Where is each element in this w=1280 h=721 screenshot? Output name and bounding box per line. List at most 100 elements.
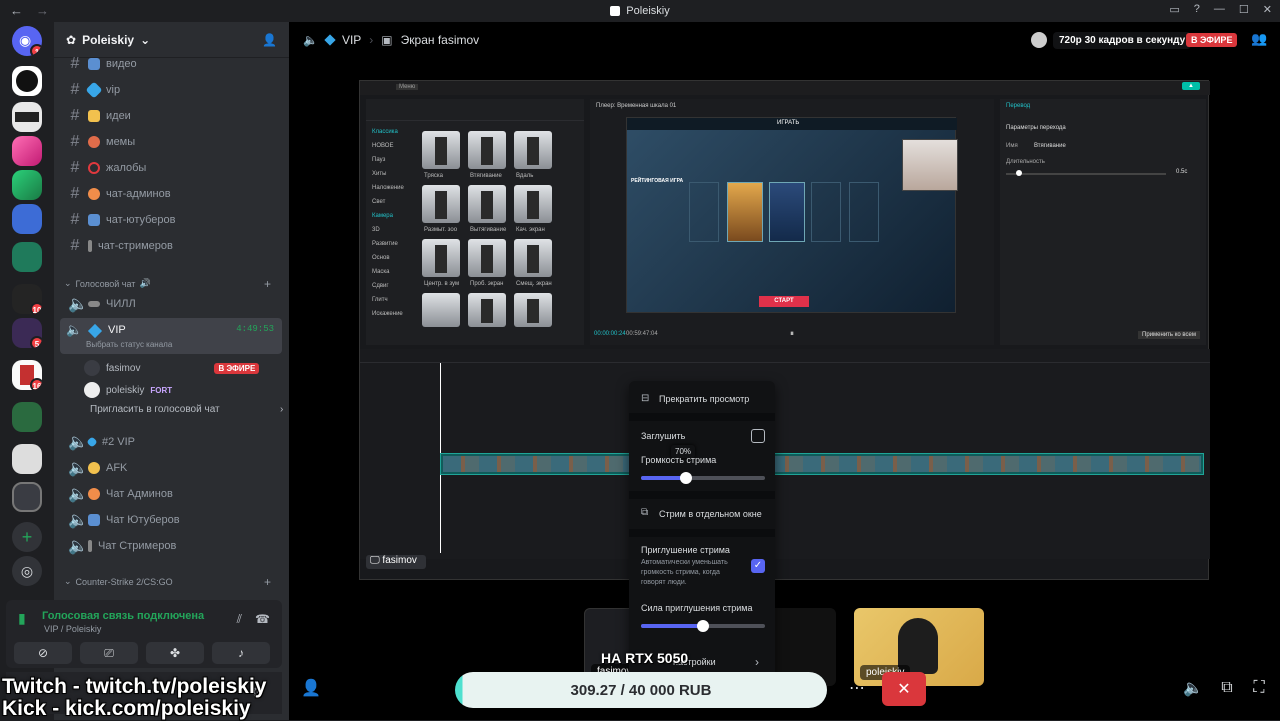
voice-timer: 4:49:53 (236, 324, 274, 334)
attenuation-checkbox[interactable]: ✓ (751, 559, 765, 573)
voice-channel-afk[interactable]: 🔈 AFK (62, 456, 282, 480)
chevron-down-icon: ⌄ (64, 278, 72, 288)
avatar (84, 360, 100, 376)
more-options-icon[interactable]: ⋯ (840, 672, 874, 704)
fullscreen-icon[interactable]: ⛶ (1242, 672, 1276, 704)
avatar[interactable] (1031, 32, 1047, 48)
members-icon[interactable]: 👥 (1251, 31, 1267, 47)
text-channel-video[interactable]: # видео (62, 52, 282, 76)
add-participant-icon[interactable]: 👤 (294, 672, 328, 704)
share-screen-button[interactable]: ⎚ (80, 642, 138, 664)
noise-suppression-icon[interactable]: ⫽ (237, 612, 242, 627)
transition-thumb[interactable] (468, 293, 506, 327)
minimize-icon[interactable]: — (1214, 3, 1225, 16)
text-channel-vip[interactable]: # vip (62, 78, 282, 102)
diamond-icon (324, 34, 336, 46)
kick-overlay-text: Kick - kick.com/poleiskiy (2, 697, 251, 720)
signal-icon[interactable]: ▮ (18, 610, 26, 627)
server-icon[interactable] (12, 482, 42, 512)
transition-thumb[interactable] (514, 239, 552, 277)
transition-thumb[interactable] (422, 185, 460, 223)
transition-thumb[interactable] (514, 293, 552, 327)
add-channel-icon[interactable]: + (264, 277, 271, 291)
slider-knob[interactable] (697, 620, 709, 632)
transition-thumb[interactable] (422, 293, 460, 327)
disconnect-icon[interactable]: ☎ (255, 612, 270, 626)
transition-thumb[interactable] (422, 131, 460, 169)
inbox-icon[interactable]: ▭ (1169, 3, 1179, 16)
transition-thumb[interactable] (468, 239, 506, 277)
maximize-icon[interactable]: ☐ (1239, 3, 1249, 16)
server-icon[interactable] (12, 102, 42, 132)
server-icon[interactable] (12, 66, 42, 96)
text-channel-complaints[interactable]: # жалобы (62, 156, 282, 180)
volume-icon[interactable]: 🔈 (1176, 672, 1210, 704)
server-icon[interactable] (12, 242, 42, 272)
voice-channel-vip[interactable]: 🔈 VIP 4:49:53 Выбрать статус канала (60, 318, 282, 354)
stream-context-menu: ⊟ Прекратить просмотр Заглушить 70% Гром… (629, 381, 775, 681)
voice-connection-panel: ▮ Голосовая связь подключена VIP / Polei… (6, 600, 282, 668)
attenuation-strength-slider[interactable] (641, 620, 765, 632)
server-icon[interactable] (12, 402, 42, 432)
popout-icon: ⧉ (641, 507, 649, 518)
server-icon[interactable]: 16 (12, 360, 42, 390)
soundboard-button[interactable]: ♪ (212, 642, 270, 664)
stream-volume-slider[interactable] (641, 472, 765, 484)
transition-thumb[interactable] (468, 131, 506, 169)
stop-stream-button[interactable]: ✕ (882, 672, 926, 706)
transition-thumb[interactable] (514, 131, 552, 169)
voice-channel-chill[interactable]: 🔈 ЧИЛЛ (62, 292, 282, 316)
rtx-overlay-text: НА RTX 5050 (601, 650, 689, 666)
text-channel-youtubers[interactable]: # чат-ютуберов (62, 208, 282, 232)
window-title: Poleiskiy (610, 5, 670, 17)
server-icon[interactable]: 10 (12, 284, 42, 314)
transition-thumb[interactable] (468, 185, 506, 223)
server-icon[interactable]: 5 (12, 318, 42, 348)
voice-user[interactable]: fasimov В ЭФИРЕ (84, 360, 260, 376)
add-channel-icon[interactable]: + (264, 575, 271, 589)
server-icon[interactable] (12, 444, 42, 474)
help-icon[interactable]: ? (1194, 3, 1200, 16)
forward-arrow-icon[interactable]: → (36, 3, 49, 18)
popout-stream-button[interactable]: Стрим в отдельном окне (659, 509, 762, 519)
properties-panel: Перевод Параметры перехода Имя Втягивани… (1000, 99, 1206, 345)
video-track[interactable] (440, 453, 1204, 475)
camera-off-button[interactable]: ⊘ (14, 642, 72, 664)
close-icon[interactable]: ✕ (1263, 3, 1272, 16)
transition-thumb[interactable] (422, 239, 460, 277)
text-channel-admins[interactable]: # чат-админов (62, 182, 282, 206)
chevron-right-icon: › (755, 655, 759, 669)
server-icon[interactable] (12, 204, 42, 234)
back-arrow-icon[interactable]: ← (10, 3, 23, 18)
invite-voice-link[interactable]: Пригласить в голосовой чат › (90, 404, 283, 415)
cs-category[interactable]: ⌄ Counter-Strike 2/CS:GO + (64, 575, 271, 589)
avatar (84, 382, 100, 398)
home-discord-icon[interactable]: ◉ 1 (12, 26, 42, 56)
pause-icon[interactable]: ⏸ (790, 329, 794, 339)
server-icon[interactable] (12, 136, 42, 166)
voice-channel-streamers[interactable]: 🔈 Чат Стримеров (62, 534, 282, 558)
stop-watching-button[interactable]: Прекратить просмотр (659, 394, 749, 404)
voice-category[interactable]: ⌄ Голосовой чат 🔊 + (64, 277, 271, 291)
text-channel-memes[interactable]: # мемы (62, 130, 282, 154)
add-friend-icon[interactable]: 👤 (262, 33, 277, 47)
voice-user[interactable]: poleiskiy FORT (84, 382, 172, 398)
voice-channel-admins[interactable]: 🔈 Чат Админов (62, 482, 282, 506)
discover-icon[interactable]: ◎ (12, 556, 42, 586)
transition-thumb[interactable] (514, 185, 552, 223)
timeline[interactable]: 🖵 fasimov (360, 349, 1210, 569)
channel-status[interactable]: Выбрать статус канала (86, 340, 172, 349)
slider-knob[interactable] (679, 472, 692, 484)
voice-channel-2vip[interactable]: 🔈 #2 VIP (62, 430, 282, 454)
text-channel-ideas[interactable]: # идеи (62, 104, 282, 128)
mute-checkbox[interactable] (751, 429, 765, 443)
server-icon[interactable] (12, 170, 42, 200)
popout-icon[interactable]: ⧉ (1210, 672, 1244, 704)
user-tag: FORT (150, 385, 173, 395)
screen-share-view[interactable]: Меню ▲ Классика НОВОЕ Пауз Хиты Наложени… (359, 80, 1210, 580)
text-channel-streamers[interactable]: # чат-стримеров (62, 234, 282, 258)
add-server-icon[interactable]: + (12, 522, 42, 552)
activities-button[interactable]: ✤ (146, 642, 204, 664)
speaker-icon: 🔈 (68, 538, 88, 555)
voice-channel-youtubers[interactable]: 🔈 Чат Ютуберов (62, 508, 282, 532)
